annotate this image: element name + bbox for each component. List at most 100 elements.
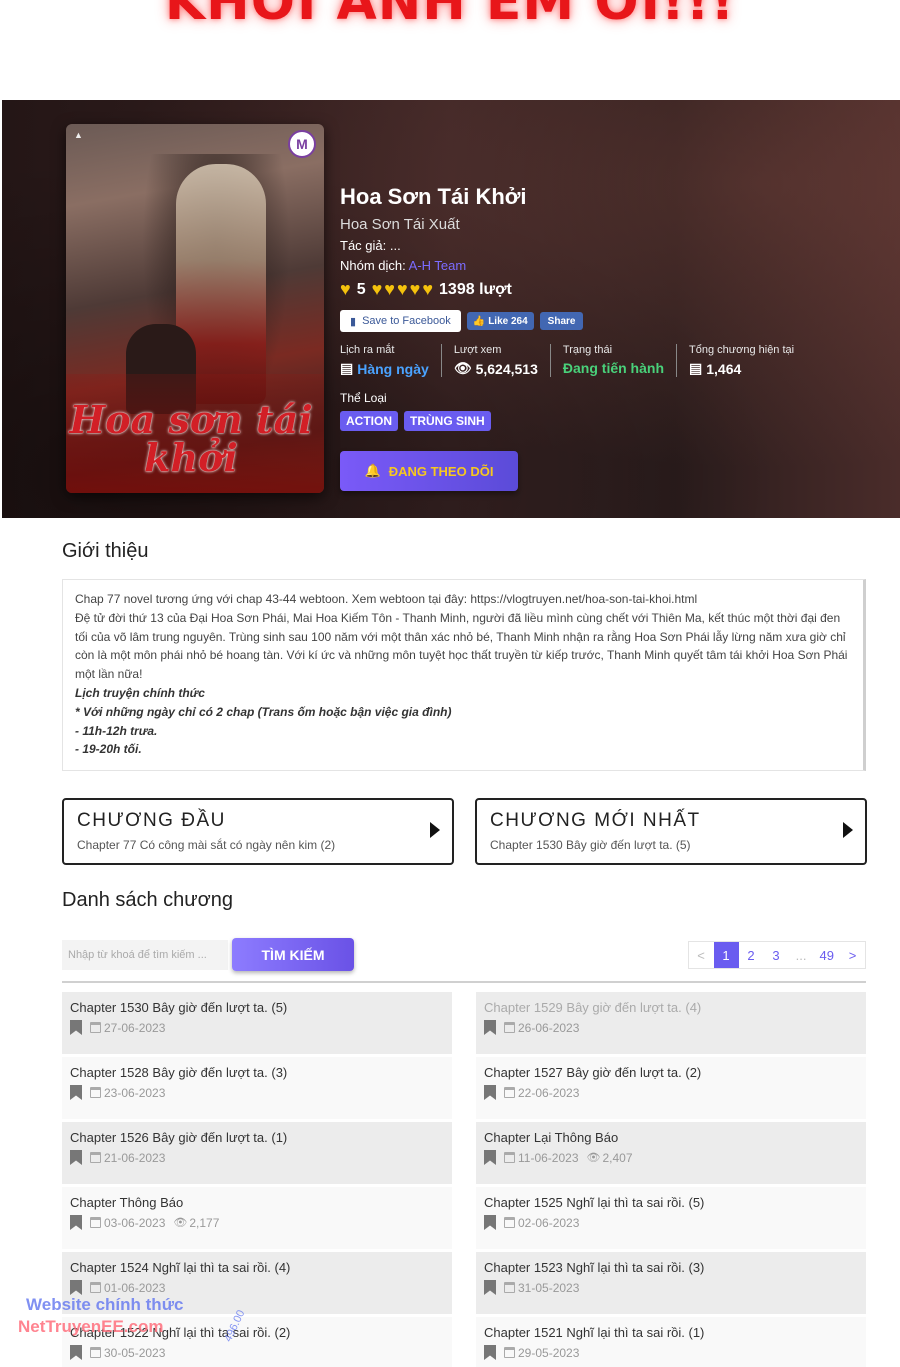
pagination-next[interactable]: > <box>840 942 865 968</box>
divider <box>62 981 866 983</box>
cover-image[interactable]: ▲ M Hoa sơn tái khởi <box>66 124 324 493</box>
chapter-date: 21-06-2023 <box>90 1151 165 1165</box>
calendar-icon <box>90 1022 101 1033</box>
stat-value: 👁 5,624,513 <box>454 360 538 377</box>
calendar-icon <box>504 1217 515 1228</box>
chapter-date-text: 02-06-2023 <box>518 1215 580 1230</box>
chapter-date-text: 31-05-2023 <box>518 1280 580 1295</box>
manga-title: Hoa Sơn Tái Khởi <box>340 184 527 209</box>
chapter-list-item[interactable]: Chapter 1523 Nghĩ lại thì ta sai rồi. (3… <box>476 1252 866 1314</box>
chapter-name[interactable]: Chapter 1530 Bây giờ đến lượt ta. (5) <box>70 1000 444 1015</box>
bookmark-icon[interactable] <box>70 1280 82 1295</box>
author-line: Tác giả: ... <box>340 238 880 253</box>
list-icon: ▤ <box>689 360 703 376</box>
chapter-name[interactable]: Chapter 1529 Bây giờ đến lượt ta. (4) <box>484 1000 858 1015</box>
bookmark-icon[interactable] <box>70 1085 82 1100</box>
pagination-prev[interactable]: < <box>689 942 714 968</box>
chapter-list-title: Danh sách chương <box>62 889 234 911</box>
page-root: KHỞI ANH EM ƠI!!! ▲ M Hoa sơn tái khởi H… <box>0 0 900 1367</box>
chapter-name[interactable]: Chapter 1526 Bây giờ đến lượt ta. (1) <box>70 1130 444 1145</box>
site-watermark: Website chính thức NetTruyenEE.com <box>18 1294 183 1338</box>
chapter-meta: 01-06-2023 <box>70 1280 444 1295</box>
calendar-icon <box>504 1022 515 1033</box>
chapter-list-item[interactable]: Chapter 1525 Nghĩ lại thì ta sai rồi. (5… <box>476 1187 866 1249</box>
save-to-facebook-button[interactable]: ▮ Save to Facebook <box>340 310 461 332</box>
chapter-list-item[interactable]: Chapter 1527 Bây giờ đến lượt ta. (2) 22-… <box>476 1057 866 1119</box>
chapter-date: 26-06-2023 <box>504 1021 579 1035</box>
chapter-name[interactable]: Chapter 1521 Nghĩ lại thì ta sai rồi. (1… <box>484 1325 858 1340</box>
bookmark-icon[interactable] <box>484 1150 496 1165</box>
author-value: ... <box>389 238 401 253</box>
genre-tag[interactable]: TRÙNG SINH <box>404 411 491 431</box>
chapter-search-input[interactable] <box>62 940 228 970</box>
stat-value: ▤ Hàng ngày <box>340 360 429 377</box>
bookmark-icon[interactable] <box>484 1215 496 1230</box>
chapter-name[interactable]: Chapter 1525 Nghĩ lại thì ta sai rồi. (5… <box>484 1195 858 1210</box>
heart-icon[interactable]: ♥ <box>384 279 395 300</box>
facebook-like-button[interactable]: 👍 Like 264 <box>466 312 534 330</box>
schedule-line: * Với những ngày chỉ có 2 chap (Trans ốm… <box>75 704 452 719</box>
chapter-views-text: 2,177 <box>189 1215 220 1230</box>
chapter-name[interactable]: Chapter Lại Thông Báo <box>484 1130 858 1145</box>
save-to-facebook-label: Save to Facebook <box>362 315 451 327</box>
chapter-date: 11-06-2023 <box>504 1151 579 1165</box>
banner-text: KHỞI ANH EM ƠI!!! <box>164 0 736 32</box>
chapter-meta: 29-05-2023 <box>484 1345 858 1360</box>
chapter-views: 👁 2,177 <box>173 1216 219 1230</box>
heart-icon[interactable]: ♥ <box>397 279 408 300</box>
follow-button[interactable]: 🔔 ĐANG THEO DÕI <box>340 451 518 491</box>
first-chapter-button[interactable]: CHƯƠNG ĐẦU Chapter 77 Có công mài sắt có… <box>62 798 454 865</box>
manga-info: Hoa Sơn Tái Khởi Hoa Sơn Tái Xuất Tác gi… <box>340 184 880 491</box>
chapter-list-item[interactable]: Chapter Lại Thông Báo 11-06-2023 👁 2,407 <box>476 1122 866 1184</box>
intro-line: Chap 77 novel tương ứng với chap 43-44 w… <box>75 592 698 606</box>
calendar-icon <box>90 1347 101 1358</box>
chapter-date-text: 26-06-2023 <box>518 1020 580 1035</box>
eye-icon: 👁 <box>586 1152 601 1164</box>
genre-tag[interactable]: ACTION <box>340 411 398 431</box>
chapter-list-item[interactable]: Chapter 1526 Bây giờ đến lượt ta. (1) 21-… <box>62 1122 452 1184</box>
bookmark-icon[interactable] <box>70 1150 82 1165</box>
group-link[interactable]: A-H Team <box>409 258 467 273</box>
chapter-date: 29-05-2023 <box>504 1346 579 1360</box>
intro-box: Chap 77 novel tương ứng với chap 43-44 w… <box>62 579 866 771</box>
chapter-meta: 27-06-2023 <box>70 1020 444 1035</box>
chapter-name[interactable]: Chapter Thông Báo <box>70 1195 444 1210</box>
watermark-line: NetTruyenEE.com <box>18 1317 164 1336</box>
heart-icon[interactable]: ♥ <box>410 279 421 300</box>
pagination-page[interactable]: 2 <box>739 942 764 968</box>
genres-label: Thể Loại <box>340 391 387 405</box>
chapter-name[interactable]: Chapter 1524 Nghĩ lại thì ta sai rồi. (4… <box>70 1260 444 1275</box>
chapter-list-item[interactable]: Chapter 1530 Bây giờ đến lượt ta. (5) 27-… <box>62 992 452 1054</box>
facebook-share-button[interactable]: Share <box>539 312 584 330</box>
bookmark-icon[interactable] <box>484 1020 496 1035</box>
chapter-meta: 23-06-2023 <box>70 1085 444 1100</box>
bookmark-icon[interactable] <box>484 1345 496 1360</box>
heart-icon[interactable]: ♥ <box>422 279 433 300</box>
bookmark-icon[interactable] <box>70 1215 82 1230</box>
chapter-name[interactable]: Chapter 1523 Nghĩ lại thì ta sai rồi. (3… <box>484 1260 858 1275</box>
bookmark-icon[interactable] <box>70 1345 82 1360</box>
pagination: < 1 2 3 ... 49 > <box>687 941 866 969</box>
stat-label: Lượt xem <box>453 344 502 356</box>
manga-hero: ▲ M Hoa sơn tái khởi Hoa Sơn Tái Khởi Ho… <box>2 100 900 518</box>
search-button[interactable]: TÌM KIẾM <box>232 938 354 971</box>
pagination-page[interactable]: 1 <box>713 942 739 968</box>
rating-hearts[interactable]: ♥ ♥ ♥ ♥ ♥ <box>372 279 433 300</box>
stat-value: ▤ 1,464 <box>689 360 794 377</box>
rating: ♥ 5 ♥ ♥ ♥ ♥ ♥ 1398 lượt <box>340 279 880 300</box>
pagination-page[interactable]: 3 <box>764 942 789 968</box>
pagination-page[interactable]: 49 <box>814 942 840 968</box>
stat-value-text: 1,464 <box>706 360 742 377</box>
chapter-list-item[interactable]: Chapter 1521 Nghĩ lại thì ta sai rồi. (1… <box>476 1317 866 1367</box>
bookmark-icon[interactable] <box>70 1020 82 1035</box>
calendar-icon <box>504 1152 515 1163</box>
chapter-name[interactable]: Chapter 1527 Bây giờ đến lượt ta. (2) <box>484 1065 858 1080</box>
bookmark-icon[interactable] <box>484 1085 496 1100</box>
chapter-list-item[interactable]: Chapter 1528 Bây giờ đến lượt ta. (3) 23-… <box>62 1057 452 1119</box>
latest-chapter-button[interactable]: CHƯƠNG MỚI NHẤT Chapter 1530 Bây giờ đến… <box>475 798 867 865</box>
chapter-list-item[interactable]: Chapter 1529 Bây giờ đến lượt ta. (4) 26-… <box>476 992 866 1054</box>
chapter-list-item[interactable]: Chapter Thông Báo 03-06-2023 👁 2,177 <box>62 1187 452 1249</box>
chapter-name[interactable]: Chapter 1528 Bây giờ đến lượt ta. (3) <box>70 1065 444 1080</box>
bookmark-icon[interactable] <box>484 1280 496 1295</box>
heart-icon[interactable]: ♥ <box>372 279 383 300</box>
